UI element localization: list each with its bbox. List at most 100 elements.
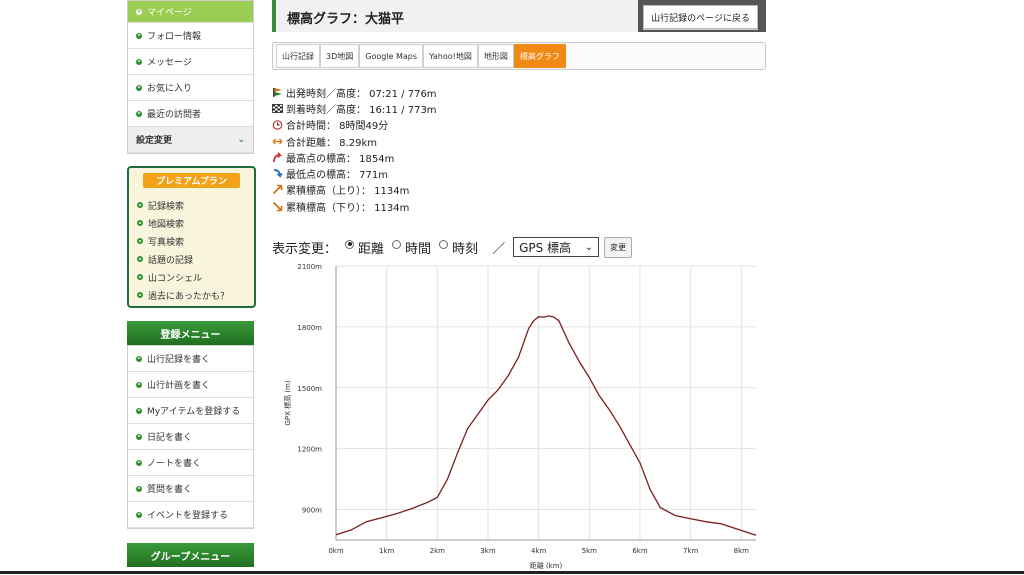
premium-item-photo-search[interactable]: 写真検索 [137,232,229,250]
radio-time[interactable] [392,239,402,249]
x-tick-label: 5km [582,547,598,555]
mypage-menu: マイページ フォロー情報 メッセージ お気に入り 最近の訪問者 設定変更 ⌄ [127,0,254,154]
stat-total-time: 合計時間： 8時間49分 [272,117,437,133]
sidebar-item-label: 設定変更 [136,136,173,146]
sidebar-item-label: フォロー情報 [147,32,202,42]
register-menu-list: 山行記録を書く 山行計画を書く Myアイテムを登録する 日記を書く ノートを書く… [127,345,254,529]
register-item-label: 山行計画を書く [147,381,211,391]
tab-record[interactable]: 山行記録 [276,44,320,68]
sidebar: マイページ フォロー情報 メッセージ お気に入り 最近の訪問者 設定変更 ⌄ [127,0,254,154]
register-item-plan[interactable]: 山行計画を書く [128,372,253,398]
bullet-icon [137,220,143,226]
register-item-record[interactable]: 山行記録を書く [128,346,253,372]
stat-distance: 合計距離： 8.29km [272,133,437,149]
stat-descent: 累積標高（下り）： 1134m [272,198,437,214]
register-item-question[interactable]: 質問を書く [128,476,253,502]
sidebar-item-favorites[interactable]: お気に入り [128,75,253,101]
premium-title: プレミアムプラン [143,173,240,188]
sidebar-item-label: マイページ [147,8,192,18]
bullet-icon [137,256,143,262]
register-menu: 登録メニュー 山行記録を書く 山行計画を書く Myアイテムを登録する 日記を書く… [127,321,254,529]
bullet-icon [137,274,143,280]
bullet-icon [136,110,142,117]
stat-highest: 最高点の標高： 1854m [272,149,437,165]
start-flag-icon [272,87,283,98]
bullet-icon [137,202,143,208]
x-tick-label: 0km [328,547,344,555]
sidebar-item-follow[interactable]: フォロー情報 [128,23,253,49]
register-item-diary[interactable]: 日記を書く [128,424,253,450]
stat-lowest: 最低点の標高： 771m [272,165,437,181]
group-menu-title[interactable]: グループメニュー [127,543,254,567]
register-item-label: 山行記録を書く [147,355,211,365]
y-tick-label: 1500m [297,385,322,393]
premium-panel: プレミアムプラン 記録検索 地図検索 写真検索 話題の記録 山コンシェル 過去に… [127,166,256,308]
premium-item-label: 山コンシェル [148,273,203,284]
stat-label: 累積標高（上り）： 1134m [286,186,410,198]
premium-item-label: 写真検索 [148,237,185,248]
page-header: 標高グラフ：大猫平 山行記録のページに戻る [272,0,766,32]
premium-item-concierge[interactable]: 山コンシェル [137,268,229,286]
radio-clock[interactable] [439,239,449,249]
register-item-label: Myアイテムを登録する [147,407,241,417]
change-button[interactable]: 変更 [604,236,633,258]
radio-distance-label: 距離 [358,241,385,257]
sidebar-item-settings[interactable]: 設定変更 ⌄ [128,127,253,153]
bullet-icon [136,407,142,414]
elevation-source-select[interactable]: GPS 標高 ⌄ [513,237,600,257]
bullet-icon [136,511,142,518]
y-axis-label: GPX 標高 (m) [283,380,292,425]
goal-flag-icon [272,103,283,114]
elevation-line [335,315,757,536]
x-tick-label: 1km [379,547,395,555]
stat-label: 出発時刻／高度： 07:21 / 776m [286,88,437,100]
sidebar-item-messages[interactable]: メッセージ [128,49,253,75]
y-tick-label: 2100m [297,263,322,271]
register-item-note[interactable]: ノートを書く [128,450,253,476]
y-tick-label: 1800m [297,324,322,332]
premium-item-label: 地図検索 [148,219,185,230]
back-button-area: 山行記録のページに戻る [638,0,766,32]
premium-item-past[interactable]: 過去にあったかも？ [137,286,229,304]
x-tick-label: 7km [683,547,699,555]
chevron-down-icon: ⌄ [237,134,245,145]
display-label: 表示変更： [272,241,338,257]
radio-clock-label: 時刻 [452,241,479,257]
stat-label: 合計距離： 8.29km [286,137,377,149]
radio-time-label: 時間 [405,241,432,257]
sidebar-item-visitors[interactable]: 最近の訪問者 [128,101,253,127]
bullet-icon [136,459,142,466]
tab-yahoo-map[interactable]: Yahoo!地図 [423,44,478,68]
stats-list: 出発時刻／高度： 07:21 / 776m 到着時刻／高度： 16:11 / 7… [272,84,437,214]
stat-label: 最高点の標高： 1854m [286,153,395,165]
sidebar-item-label: お気に入り [147,84,193,94]
radio-distance[interactable] [345,239,355,249]
register-item-event[interactable]: イベントを登録する [128,502,253,528]
elevation-chart-svg: 0km 1km 2km 3km 4km 5km 6km 7km 8km 900m 1200m 1500… [283,263,757,570]
stat-departure: 出発時刻／高度： 07:21 / 776m [272,84,437,100]
stat-label: 累積標高（下り）： 1134m [286,202,410,214]
register-item-label: ノートを書く [147,459,202,469]
display-controls: 表示変更： 距離 時間 時刻 ／ GPS 標高 ⌄ 変更 [272,236,633,258]
premium-item-map-search[interactable]: 地図検索 [137,214,229,232]
highest-arrow-icon [272,152,283,163]
stat-label: 合計時間： 8時間49分 [286,121,389,133]
register-item-myitem[interactable]: Myアイテムを登録する [128,398,253,424]
tab-3d-map[interactable]: 3D地図 [320,44,360,68]
x-tick-label: 4km [531,547,547,555]
tab-topo-map[interactable]: 地形図 [477,44,514,68]
stat-arrival: 到着時刻／高度： 16:11 / 773m [272,100,437,116]
premium-item-label: 過去にあったかも？ [148,291,230,302]
bullet-icon [136,381,142,388]
premium-item-record-search[interactable]: 記録検索 [137,196,229,214]
premium-item-trending[interactable]: 話題の記録 [137,250,229,268]
separator: ／ [492,241,506,257]
sidebar-item-label: 最近の訪問者 [147,110,202,120]
sidebar-item-mypage[interactable]: マイページ [128,1,253,23]
premium-list: 記録検索 地図検索 写真検索 話題の記録 山コンシェル 過去にあったかも？ [137,196,229,304]
stat-label: 到着時刻／高度： 16:11 / 773m [286,104,437,116]
back-to-record-button[interactable]: 山行記録のページに戻る [643,5,758,29]
bullet-icon [136,84,142,91]
tab-elevation-graph[interactable]: 標高グラフ [513,44,566,68]
tab-google-maps[interactable]: Google Maps [359,44,424,68]
